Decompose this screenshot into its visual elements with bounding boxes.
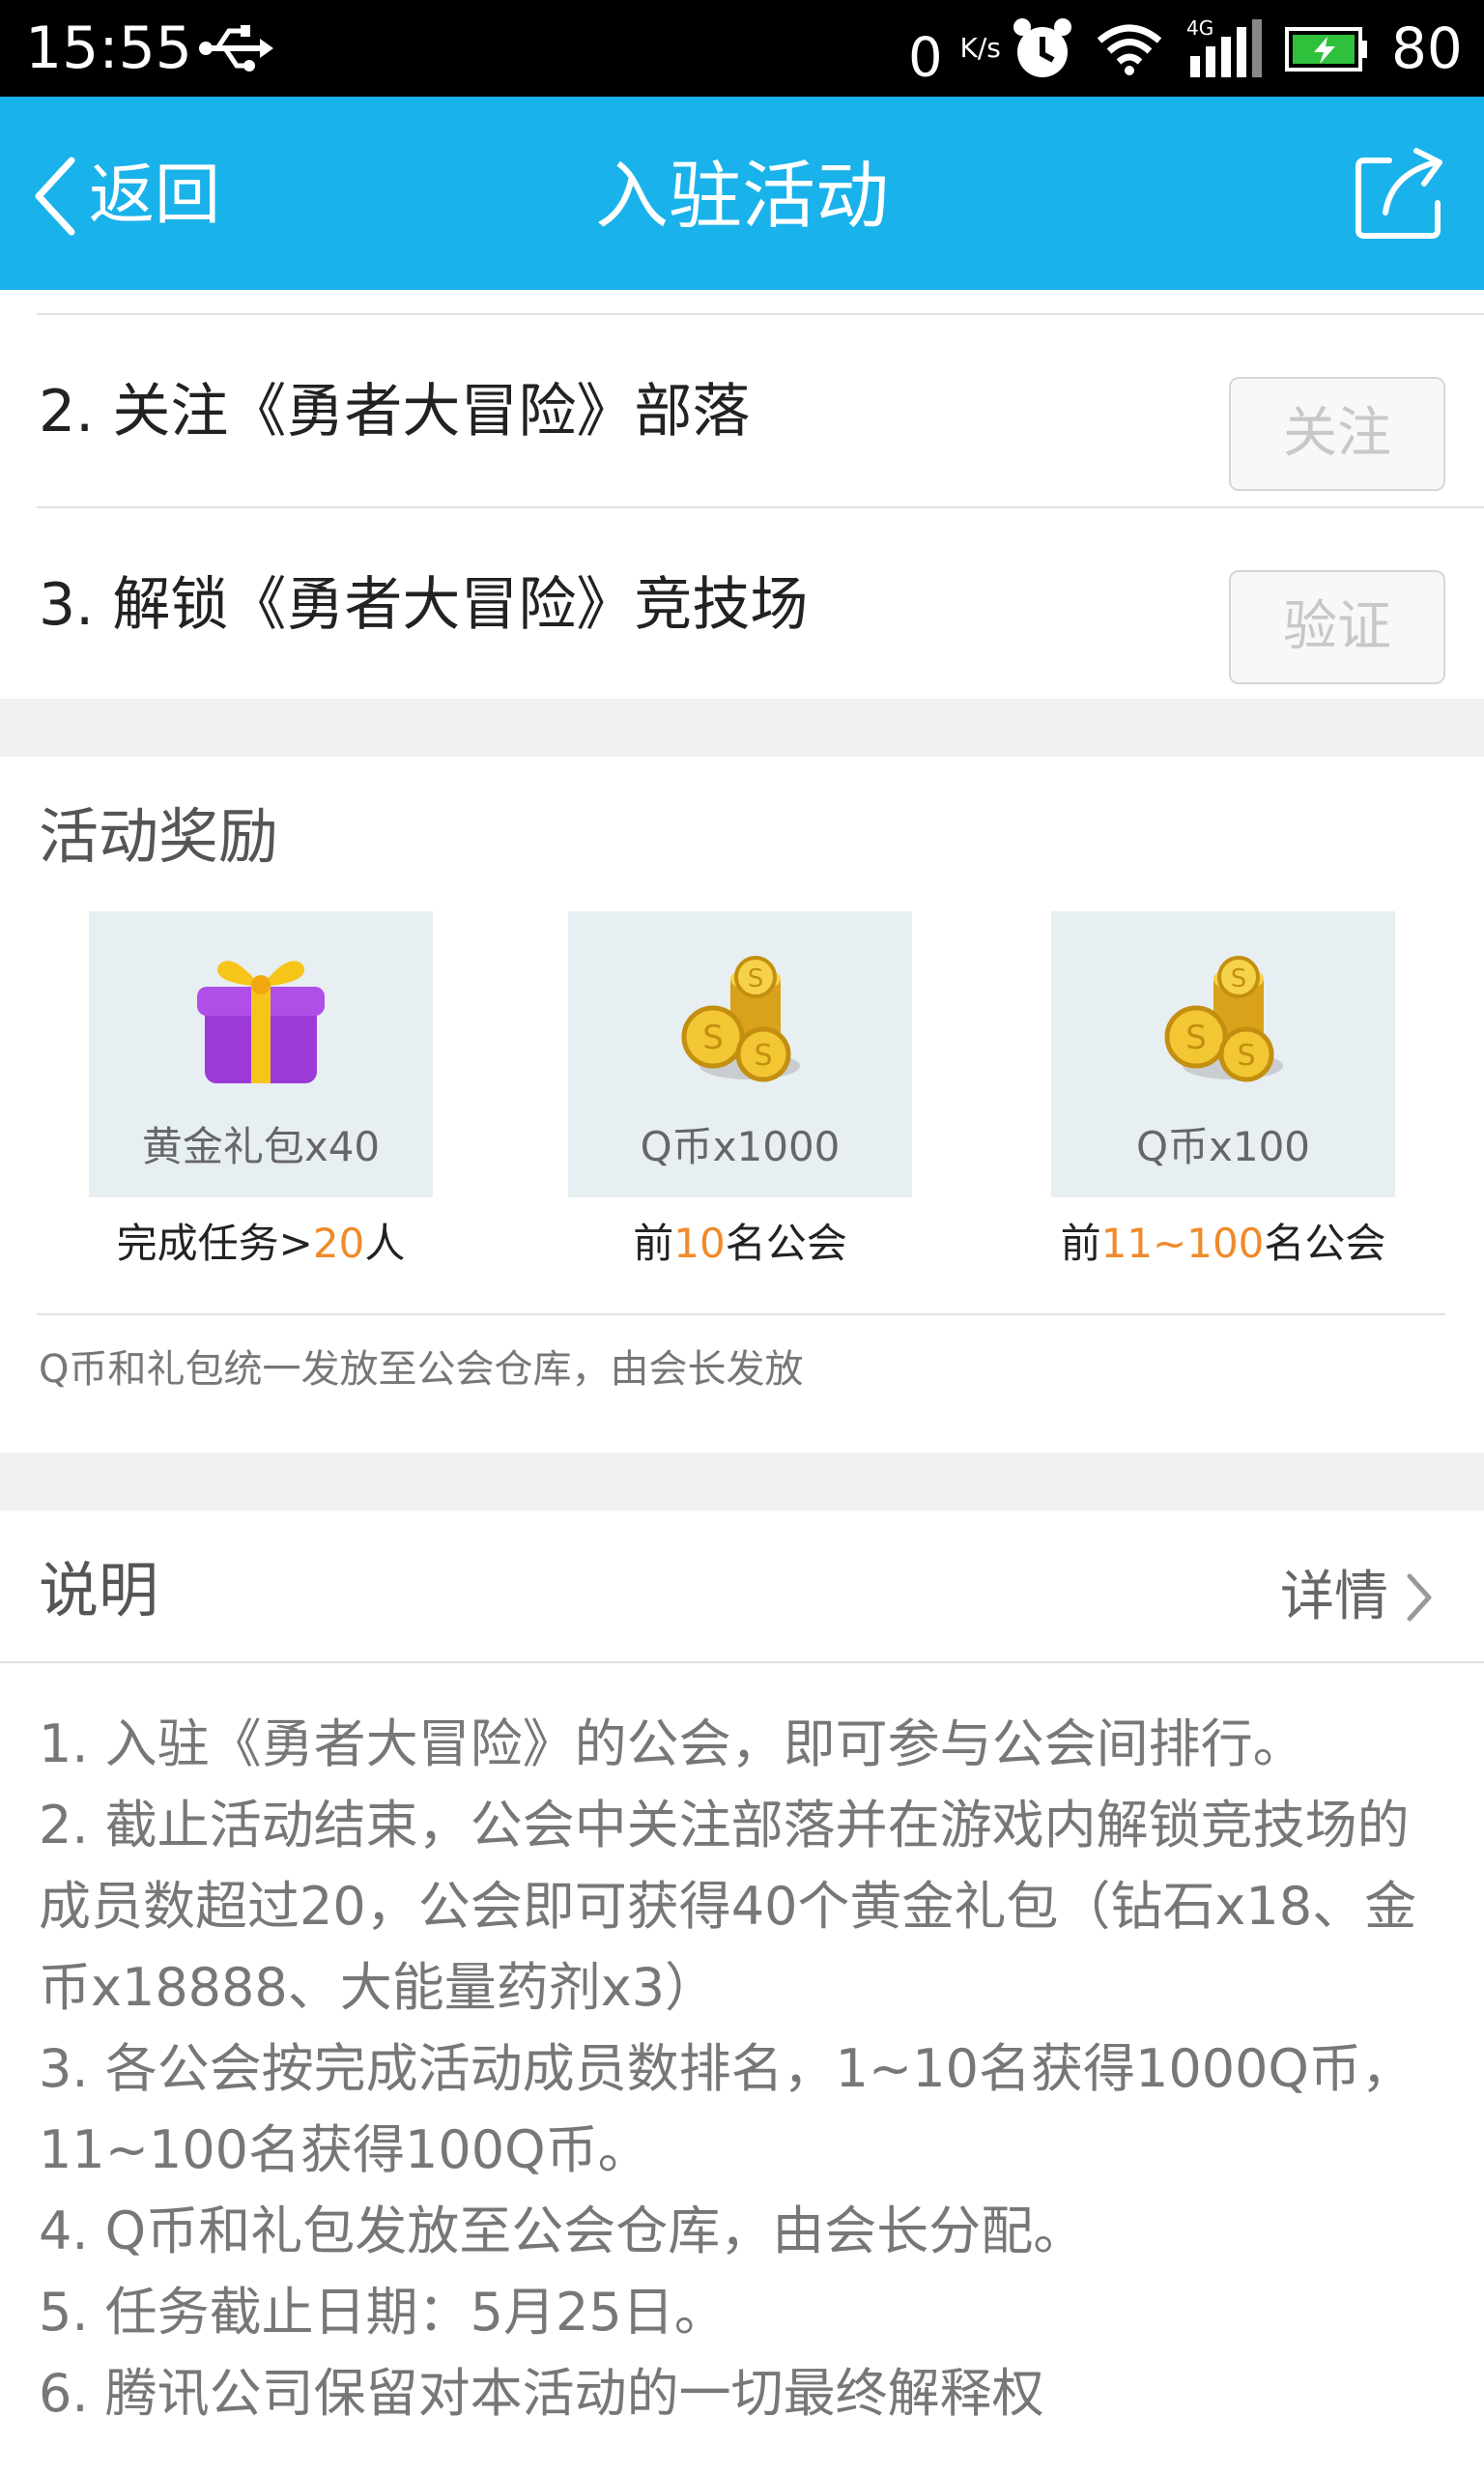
svg-text:S: S	[754, 1039, 772, 1073]
verify-button[interactable]: 验证	[1229, 570, 1445, 684]
signal-icon: 4G	[1186, 17, 1262, 77]
section-title: 说明	[39, 1555, 159, 1625]
coins-icon: S S S	[1164, 956, 1283, 1082]
description-text: 1. 入驻《勇者大冒险》的公会，即可参与公会间排行。 2. 截止活动结束，公会中…	[39, 1704, 1449, 2434]
wifi-icon	[1097, 24, 1162, 75]
reward-card: S S S Q币x1000	[568, 911, 912, 1197]
svg-text:S: S	[1185, 1019, 1207, 1057]
reward-item: 黄金礼包x40 完成任务>20人	[89, 911, 433, 1273]
usb-icon	[199, 25, 273, 72]
details-link[interactable]: 详情	[1280, 1559, 1437, 1636]
battery-level: 80	[1391, 15, 1463, 81]
share-icon[interactable]	[1353, 145, 1449, 242]
task-label: 2. 关注《勇者大冒险》部落	[39, 378, 751, 446]
description-line: 5. 任务截止日期：5月25日。	[39, 2282, 727, 2343]
divider	[0, 1661, 1484, 1663]
description-section: 说明 详情 1. 入驻《勇者大冒险》的公会，即可参与公会间排行。 2. 截止活动…	[0, 1510, 1484, 2474]
task-row-unlock: 3. 解锁《勇者大冒险》竞技场 验证	[0, 508, 1484, 702]
description-line: 3. 各公会按完成活动成员数排名，1~10名获得1000Q币，11~100名获得…	[39, 2038, 1413, 2180]
alarm-icon	[1013, 18, 1071, 77]
description-line: 2. 截止活动结束，公会中关注部落并在游戏内解锁竞技场的成员数超过20，公会即可…	[39, 1795, 1417, 2018]
rewards-section: 活动奖励 黄金礼包x40 完成任务>20人 S S S Q币x1000 前10名…	[0, 757, 1484, 1453]
coins-icon: S S S	[681, 956, 800, 1082]
description-line: 4. Q币和礼包发放至公会仓库，由会长分配。	[39, 2201, 1086, 2261]
description-line: 1. 入驻《勇者大冒险》的公会，即可参与公会间排行。	[39, 1713, 1305, 1774]
divider	[37, 1313, 1445, 1315]
svg-text:S: S	[702, 1019, 724, 1057]
gift-icon	[197, 961, 325, 1083]
status-bar: 15:55 0 K/s 4G 80	[0, 0, 1484, 97]
reward-item: S S S Q币x100 前11~100名公会	[1051, 911, 1395, 1273]
reward-item: S S S Q币x1000 前10名公会	[568, 911, 912, 1273]
reward-card: 黄金礼包x40	[89, 911, 433, 1197]
reward-name: 黄金礼包x40	[141, 1123, 381, 1170]
reward-name: Q币x100	[1135, 1123, 1311, 1170]
task-row-follow: 2. 关注《勇者大冒险》部落 关注	[0, 315, 1484, 508]
svg-text:S: S	[1231, 964, 1247, 993]
svg-text:S: S	[748, 964, 764, 993]
follow-button[interactable]: 关注	[1229, 377, 1445, 491]
description-line: 6. 腾讯公司保留对本活动的一切最终解释权	[39, 2363, 1044, 2424]
status-time: 15:55	[25, 14, 192, 82]
reward-condition: 前10名公会	[633, 1220, 847, 1267]
reward-condition: 完成任务>20人	[116, 1220, 406, 1267]
net-speed: 0 K/s	[908, 26, 1001, 90]
battery-icon	[1285, 27, 1367, 72]
details-label: 详情	[1280, 1566, 1388, 1628]
chevron-right-icon	[1407, 1573, 1432, 1622]
title-bar: 返回 入驻活动	[0, 97, 1484, 290]
task-label: 3. 解锁《勇者大冒险》竞技场	[39, 571, 809, 639]
reward-condition: 前11~100名公会	[1060, 1220, 1386, 1267]
reward-card: S S S Q币x100	[1051, 911, 1395, 1197]
section-title: 活动奖励	[39, 801, 279, 872]
task-list: 2. 关注《勇者大冒险》部落 关注 3. 解锁《勇者大冒险》竞技场 验证	[0, 290, 1484, 699]
reward-name: Q币x1000	[640, 1123, 841, 1170]
svg-text:S: S	[1237, 1039, 1255, 1073]
rewards-note: Q币和礼包统一发放至公会仓库，由会长发放	[39, 1347, 804, 1392]
page-title: 入驻活动	[595, 153, 889, 239]
svg-text:4G: 4G	[1186, 17, 1213, 40]
